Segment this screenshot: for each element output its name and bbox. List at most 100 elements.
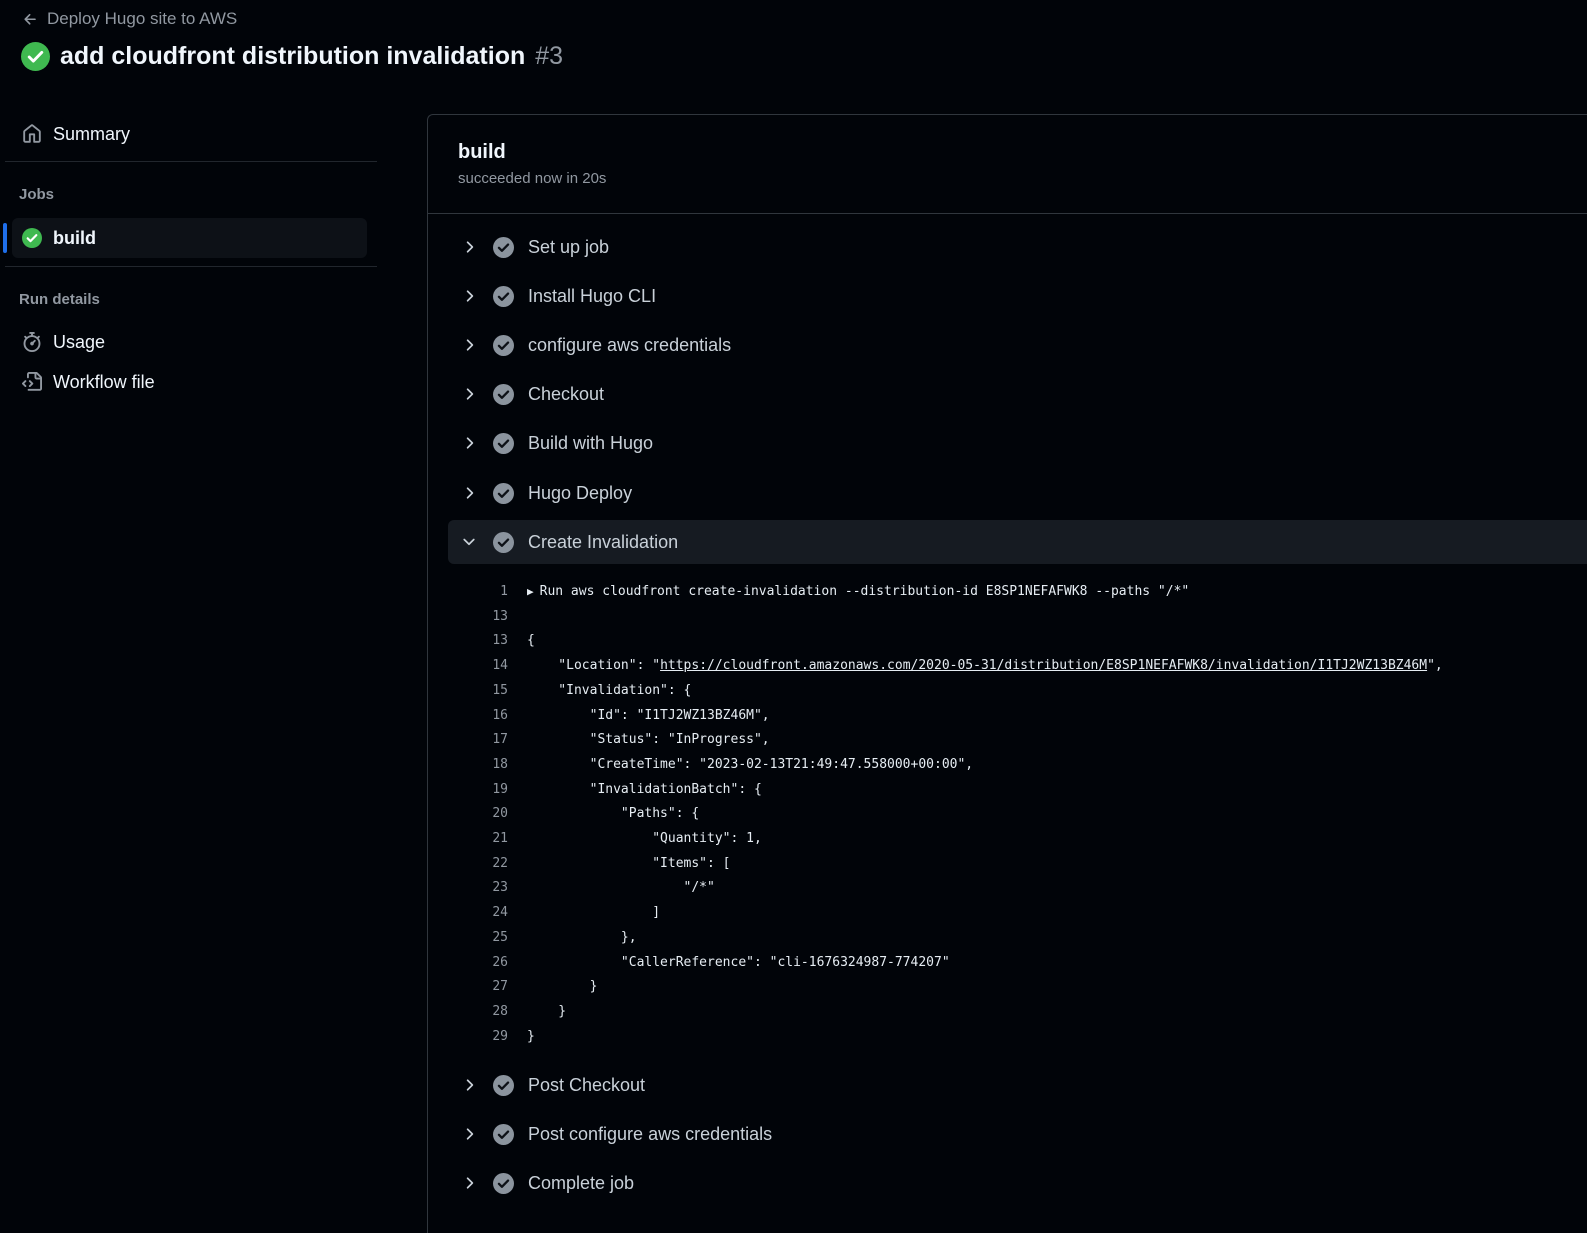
step-label: Complete job	[528, 1172, 635, 1193]
chevron-right-icon	[466, 339, 474, 351]
log-text: "CreateTime": "2023-02-13T21:49:47.55800…	[527, 756, 974, 772]
chevron-right-icon	[466, 437, 474, 449]
line-number: 13	[492, 632, 508, 648]
sidebar-divider	[5, 266, 377, 267]
log-text: "Items": [	[527, 855, 731, 871]
chevron-right-icon	[466, 241, 474, 253]
chevron-right-icon	[466, 1079, 474, 1091]
log-line: 28 }	[448, 1001, 566, 1021]
line-number: 13	[492, 608, 508, 624]
page-title: add cloudfront distribution invalidation…	[21, 38, 563, 74]
line-number: 27	[492, 978, 508, 994]
log-text: "Quantity": 1,	[527, 830, 762, 846]
step-row[interactable]: Hugo Deploy	[448, 471, 1587, 515]
run-number: #3	[535, 41, 564, 70]
jobs-heading: Jobs	[19, 186, 55, 203]
log-link[interactable]: https://cloudfront.amazonaws.com/2020-05…	[660, 658, 1427, 673]
log-line: 19 "InvalidationBatch": {	[448, 779, 762, 799]
sidebar-item-usage[interactable]: Usage	[12, 322, 367, 362]
log-line: 15 "Invalidation": {	[448, 680, 691, 700]
chevron-right-icon	[466, 1128, 474, 1140]
line-number: 28	[492, 1003, 508, 1019]
step-row[interactable]: configure aws credentials	[448, 323, 1587, 367]
step-row[interactable]: Post Checkout	[448, 1063, 1587, 1107]
log-line: 25 },	[448, 927, 637, 947]
back-link[interactable]: Deploy Hugo site to AWS	[22, 8, 237, 30]
log-line: 29}	[448, 1026, 534, 1046]
check-circle-fill-icon	[493, 1123, 514, 1145]
check-circle-fill-icon	[493, 531, 514, 553]
sidebar-item-label: Usage	[53, 331, 106, 352]
log-text: "Id": "I1TJ2WZ13BZ46M",	[527, 707, 770, 723]
arrow-left-icon	[24, 13, 36, 25]
step-label: Set up job	[528, 236, 610, 257]
stopwatch-icon	[23, 332, 41, 352]
sidebar-item-summary[interactable]: Summary	[12, 114, 367, 154]
line-number: 22	[492, 855, 508, 871]
step-row[interactable]: Complete job	[448, 1161, 1587, 1205]
back-link-label: Deploy Hugo site to AWS	[47, 9, 238, 28]
log-line: 18 "CreateTime": "2023-02-13T21:49:47.55…	[448, 754, 973, 774]
line-number: 21	[492, 830, 508, 846]
line-number: 23	[492, 879, 508, 895]
log-text: }	[527, 978, 598, 994]
log-line: 17 "Status": "InProgress",	[448, 729, 769, 749]
job-panel: build succeeded now in 20s 1 ▶ Run aws clo…	[427, 114, 1587, 1233]
log-text: },	[527, 929, 637, 945]
line-number: 16	[492, 707, 508, 723]
log-text: Run aws cloudfront create-invalidation -…	[539, 583, 1190, 599]
log-line: 16 "Id": "I1TJ2WZ13BZ46M",	[448, 705, 770, 725]
line-number: 17	[492, 731, 508, 747]
job-status: succeeded now in 20s	[458, 170, 607, 187]
home-icon	[23, 124, 41, 143]
log-text: "Location": "	[527, 657, 661, 673]
step-row[interactable]: Checkout	[448, 372, 1587, 416]
chevron-right-icon	[466, 388, 474, 400]
log-line: 27 }	[448, 976, 597, 996]
sidebar-item-label: Summary	[53, 123, 131, 144]
log-text: "Invalidation": {	[527, 682, 692, 698]
step-label: configure aws credentials	[528, 334, 732, 355]
log-text: }	[527, 1003, 567, 1019]
chevron-right-icon	[466, 290, 474, 302]
check-circle-fill-icon	[493, 334, 514, 356]
line-number: 15	[492, 682, 508, 698]
check-circle-fill-icon	[493, 236, 514, 258]
step-row[interactable]: Install Hugo CLI	[448, 274, 1587, 318]
job-header: build succeeded now in 20s	[428, 115, 1587, 214]
sidebar-item-workflow-file[interactable]: Workflow file	[12, 362, 367, 402]
sidebar-item-build[interactable]: build	[12, 218, 367, 258]
step-row[interactable]: Create Invalidation	[448, 520, 1587, 564]
file-code-icon	[22, 372, 42, 391]
log-line: 14 "Location": "https://cloudfront.amazo…	[448, 655, 1442, 675]
log-line: 24 ]	[448, 902, 660, 922]
line-number: 14	[492, 657, 508, 673]
line-number: 20	[492, 805, 508, 821]
chevron-down-icon	[463, 538, 475, 546]
step-label: Install Hugo CLI	[528, 285, 657, 306]
log-line: 13	[448, 606, 527, 626]
step-label: Checkout	[528, 383, 605, 404]
log-run-line[interactable]: 1 ▶ Run aws cloudfront create-invalidation…	[448, 581, 1189, 601]
run-details-heading: Run details	[19, 291, 100, 308]
log-line: 20 "Paths": {	[448, 803, 699, 823]
step-row[interactable]: Set up job	[448, 225, 1587, 269]
log-text: "InvalidationBatch": {	[527, 781, 762, 797]
step-label: Build with Hugo	[528, 432, 654, 453]
line-number: 26	[492, 954, 508, 970]
check-circle-fill-icon	[493, 1172, 514, 1194]
step-row[interactable]: Post configure aws credentials	[448, 1112, 1587, 1156]
sidebar-item-label: Workflow file	[53, 371, 155, 392]
step-row[interactable]: Build with Hugo	[448, 421, 1587, 465]
log-line: 26 "CallerReference": "cli-1676324987-77…	[448, 952, 949, 972]
chevron-right-icon	[466, 487, 474, 499]
chevron-right-icon	[466, 1177, 474, 1189]
sidebar-divider	[5, 161, 377, 162]
check-circle-fill-icon	[493, 1074, 514, 1096]
triangle-right-icon: ▶	[527, 584, 534, 598]
log-text: ]	[527, 904, 661, 920]
run-title-text: add cloudfront distribution invalidation	[60, 41, 526, 70]
active-indicator	[3, 223, 7, 253]
sidebar-item-label: build	[53, 227, 96, 248]
check-circle-fill-icon	[493, 285, 514, 307]
